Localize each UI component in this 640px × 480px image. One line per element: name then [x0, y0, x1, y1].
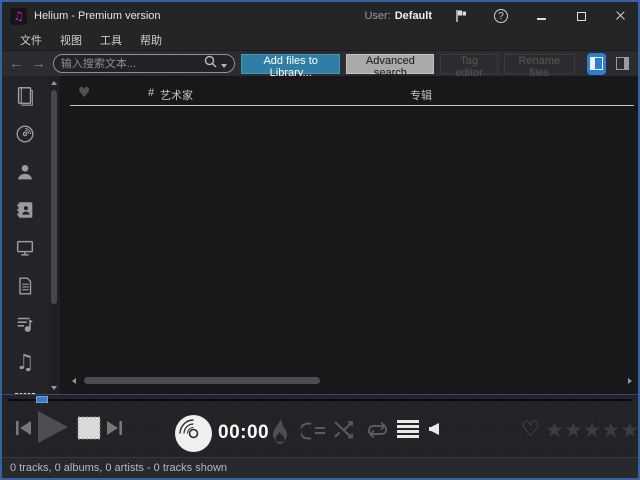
column-header-artist[interactable]: 艺术家 [160, 87, 193, 103]
star-icon[interactable]: ★ [620, 418, 638, 442]
sidebar-item-playlists[interactable] [13, 312, 37, 336]
repeat-icon[interactable] [364, 420, 391, 445]
star-icon[interactable]: ★ [564, 418, 583, 442]
search-options-caret-icon[interactable] [220, 64, 227, 68]
toolbar: ← → Add files to Library... Advanced sea… [2, 50, 638, 79]
scroll-right-icon[interactable] [626, 377, 634, 385]
search-icon[interactable] [204, 55, 217, 72]
shuffle-icon[interactable] [333, 420, 355, 445]
minimize-button[interactable] [530, 6, 552, 26]
sidebar-scrollbar[interactable] [49, 76, 58, 394]
column-header-album[interactable]: 专辑 [410, 87, 432, 103]
left-panel-icon [589, 57, 603, 70]
horizontal-scrollbar-thumb[interactable] [84, 377, 320, 384]
menu-help[interactable]: 帮助 [132, 30, 170, 50]
rename-files-button: Rename files [503, 53, 575, 79]
close-button[interactable] [610, 6, 632, 26]
sidebar-item-tracks-music-notes[interactable]: ♫ [13, 350, 37, 374]
question-icon: ? [494, 9, 508, 23]
user-indicator: User: Default [364, 10, 432, 22]
menu-bar: 文件 视图 工具 帮助 [2, 30, 638, 50]
scrobble-flame-icon[interactable] [267, 417, 293, 452]
status-text: 0 tracks, 0 albums, 0 artists - 0 tracks… [10, 462, 228, 474]
status-bar: 0 tracks, 0 albums, 0 artists - 0 tracks… [2, 457, 638, 478]
app-logo-icon: ♫ [10, 7, 27, 25]
seek-bar[interactable] [8, 396, 632, 403]
favorite-column-heart-icon[interactable]: ♥ [78, 85, 91, 101]
window-title: Helium - Premium version [34, 10, 161, 22]
user-label: User: [364, 10, 391, 22]
minimize-icon [536, 12, 546, 20]
menu-view[interactable]: 视图 [52, 30, 90, 50]
menu-tools[interactable]: 工具 [92, 30, 130, 50]
right-panel-icon [615, 57, 629, 70]
menu-file[interactable]: 文件 [12, 30, 50, 50]
stop-button[interactable] [77, 416, 101, 445]
help-button[interactable]: ? [490, 6, 512, 26]
queue-list-icon[interactable] [397, 418, 419, 440]
time-display: 00:00 [218, 422, 270, 443]
star-icon[interactable]: ★ [545, 418, 564, 442]
speaker-icon[interactable] [428, 422, 440, 441]
content-area: ♫ ♥ # 艺术家 专辑 [2, 76, 638, 394]
right-panel-toggle[interactable] [612, 53, 632, 75]
track-list-panel: ♥ # 艺术家 专辑 [60, 76, 638, 394]
user-value: Default [394, 10, 432, 22]
disc-icon[interactable] [173, 413, 214, 459]
player-bar: 00:00 ♡ ★ ★ ★ ★ ★ [2, 394, 638, 457]
flag-icon[interactable] [450, 6, 472, 26]
rating-stars[interactable]: ★ ★ ★ ★ ★ [545, 418, 638, 442]
scroll-down-icon[interactable] [49, 383, 58, 392]
sidebar-scrollbar-thumb[interactable] [50, 90, 57, 304]
advanced-search-button[interactable]: Advanced search [346, 53, 435, 79]
maximize-button[interactable] [570, 6, 592, 26]
table-header: ♥ # 艺术家 专辑 [70, 84, 634, 106]
seek-handle[interactable] [36, 396, 48, 403]
star-icon[interactable]: ★ [583, 418, 602, 442]
star-icon[interactable]: ★ [601, 418, 620, 442]
maximize-icon [576, 11, 586, 21]
add-files-button[interactable]: Add files to Library... [240, 53, 341, 79]
back-arrow-icon[interactable]: ← [8, 55, 24, 72]
previous-track-button[interactable] [14, 419, 33, 442]
scroll-up-icon[interactable] [49, 78, 58, 87]
sidebar-item-artists-person[interactable] [13, 160, 37, 184]
search-input[interactable] [60, 57, 200, 70]
sidebar-item-albums-disc[interactable] [13, 122, 37, 146]
forward-arrow-icon[interactable]: → [30, 55, 46, 72]
play-queue-icon[interactable] [299, 421, 327, 446]
app-window: ♫ Helium - Premium version User: Default … [0, 0, 640, 480]
column-header-index[interactable]: # [148, 87, 154, 99]
left-panel-toggle[interactable] [586, 52, 607, 75]
play-button[interactable] [35, 410, 71, 449]
sidebar-item-devices-monitor[interactable] [13, 236, 37, 260]
sidebar-item-library-book[interactable] [13, 84, 37, 108]
tag-editor-button: Tag editor [440, 53, 498, 79]
next-track-button[interactable] [105, 419, 124, 442]
sidebar-item-contacts-book[interactable] [13, 198, 37, 222]
search-box[interactable] [52, 54, 235, 73]
horizontal-scrollbar[interactable] [70, 374, 634, 388]
sidebar: ♫ [2, 76, 60, 394]
title-bar: ♫ Helium - Premium version User: Default … [2, 2, 638, 30]
sidebar-item-files-document[interactable] [13, 274, 37, 298]
favorite-heart-icon[interactable]: ♡ [521, 417, 540, 441]
scroll-left-icon[interactable] [70, 377, 78, 385]
